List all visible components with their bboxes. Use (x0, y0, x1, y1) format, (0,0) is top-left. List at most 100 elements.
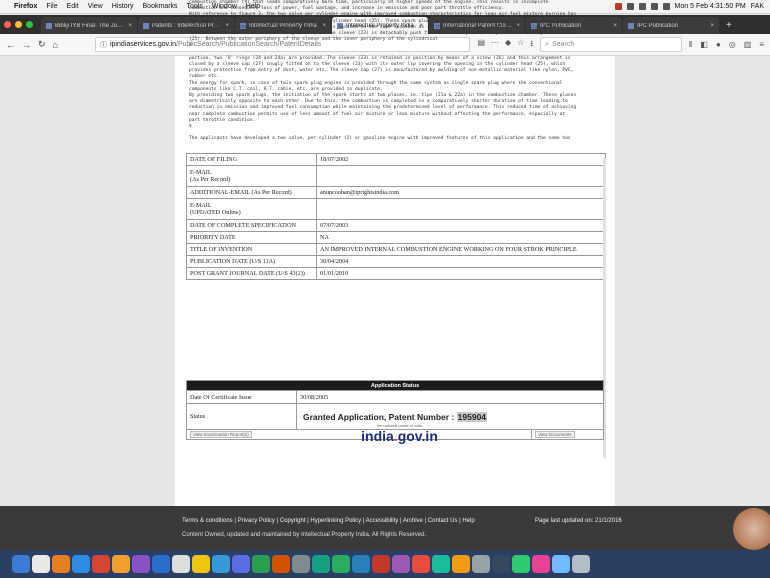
powerpoint-icon[interactable] (272, 555, 290, 573)
wifi-icon[interactable] (638, 3, 646, 10)
skype-icon[interactable] (512, 555, 530, 573)
back-icon[interactable]: ← (6, 40, 15, 50)
abstract-text: combustion chamber (9) that leads compar… (189, 0, 577, 142)
itunes-icon[interactable] (392, 555, 410, 573)
stickies-icon[interactable] (192, 555, 210, 573)
site-info-icon[interactable]: ⓘ (100, 40, 107, 50)
facetime-icon[interactable] (332, 555, 350, 573)
table-row: DATE OF COMPLETE SPECIFICATION 07/07/2003 (186, 219, 606, 232)
firefox-icon[interactable] (52, 555, 70, 573)
detail-value: anuncoohan@iprightsindia.com (316, 186, 606, 199)
new-tab-button[interactable]: + (720, 17, 738, 34)
messages-icon[interactable] (312, 555, 330, 573)
detail-label: PUBLICATION DATE (U/S 11A) (186, 255, 317, 268)
sidebar-icon[interactable]: ▥ (744, 40, 752, 50)
detail-label: E-MAIL (As Per Record) (186, 165, 317, 187)
terminal-icon[interactable] (492, 555, 510, 573)
excel-icon[interactable] (252, 555, 270, 573)
detail-label: DATE OF FILING (186, 153, 317, 166)
granted-status: Granted Application, Patent Number : 195… (296, 403, 604, 430)
menu-app-name[interactable]: Firefox (14, 3, 37, 10)
menu-view[interactable]: View (88, 3, 103, 10)
close-tab-icon[interactable]: × (613, 23, 617, 29)
tab-title: Bibliji IYB Final- The Judgeme (55, 22, 125, 29)
reload-icon[interactable]: ↻ (38, 39, 46, 50)
detail-value: 01/01/2010 (316, 267, 606, 280)
close-window-icon[interactable] (4, 21, 11, 28)
table-row: E-MAIL (UPDATED Online) (186, 198, 606, 220)
extension-icon[interactable]: ● (716, 40, 721, 50)
user-name[interactable]: FAK (751, 3, 764, 10)
zoom-window-icon[interactable] (26, 21, 33, 28)
india-gov-logo[interactable]: the national portal of india india.gov.i… (352, 423, 447, 447)
detail-label: DATE OF COMPLETE SPECIFICATION (186, 219, 317, 232)
detail-label: PRIORITY DATE (186, 231, 317, 244)
favicon-icon (628, 22, 634, 29)
forward-icon[interactable]: → (22, 40, 31, 50)
tab-1[interactable]: Bibliji IYB Final- The Judgeme× (41, 17, 137, 34)
volume-icon[interactable] (650, 3, 658, 10)
favicon-icon (143, 22, 149, 29)
tab-title: IPC Publication (637, 22, 679, 29)
record-icon[interactable] (614, 3, 622, 10)
tab-7[interactable]: IPC Publication × (623, 17, 719, 34)
detail-value: AN IMPROVED INTERNAL COMBUSTION ENGINE W… (316, 243, 606, 256)
vlc-icon[interactable] (452, 555, 470, 573)
music-icon[interactable] (532, 555, 550, 573)
favicon-icon (46, 22, 52, 29)
calendar-icon[interactable] (372, 555, 390, 573)
close-tab-icon[interactable]: × (128, 23, 132, 29)
table-row: DATE OF FILING 18/07/2002 (186, 153, 606, 166)
dropbox-icon[interactable] (626, 3, 634, 10)
menu-file[interactable]: File (46, 3, 57, 10)
status-tray: Mon 5 Feb 4:31:50 PM FAK (614, 3, 770, 10)
close-tab-icon[interactable]: × (710, 23, 714, 29)
acrobat-icon[interactable] (412, 555, 430, 573)
logo-text-end: gov.in (397, 428, 438, 444)
detail-label: E-MAIL (UPDATED Online) (186, 198, 317, 220)
home-icon[interactable]: ⌂ (53, 40, 58, 50)
sync-icon[interactable]: ◎ (729, 40, 736, 50)
chrome-icon[interactable] (112, 555, 130, 573)
keynote-icon[interactable] (232, 555, 250, 573)
appstore-icon[interactable] (352, 555, 370, 573)
menu-hamburger-icon[interactable]: ≡ (759, 40, 764, 50)
site-footer: Terms & conditions | Privacy Policy | Co… (0, 506, 770, 550)
patent-number: 195904 (456, 411, 488, 422)
notes-icon[interactable] (172, 555, 190, 573)
detail-value: 18/07/2002 (316, 153, 606, 166)
menu-history[interactable]: History (112, 3, 134, 10)
table-row: POST GRANT JOURNAL DATE (U/S 43(2)) 01/01… (186, 267, 606, 280)
battery-icon[interactable] (662, 3, 670, 10)
system-preferences-icon[interactable] (472, 555, 490, 573)
table-row: PRIORITY DATE NA (186, 231, 606, 244)
table-row: TITLE OF INVENTION AN IMPROVED INTERNAL C… (186, 243, 606, 256)
preview-icon[interactable] (212, 555, 230, 573)
footer-links[interactable]: Terms & conditions | Privacy Policy | Co… (182, 518, 475, 524)
library-icon[interactable]: ⫴ (689, 40, 692, 50)
detail-value: 07/07/2003 (316, 219, 606, 232)
photos-icon[interactable] (292, 555, 310, 573)
finder-icon[interactable] (12, 555, 30, 573)
word-icon[interactable] (152, 555, 170, 573)
menu-bookmarks[interactable]: Bookmarks (143, 3, 178, 10)
footer-ownership: Content Owned, updated and maintained by… (182, 532, 427, 538)
launchpad-icon[interactable] (32, 555, 50, 573)
folder-icon[interactable] (552, 555, 570, 573)
safari-icon[interactable] (72, 555, 90, 573)
view-documents-button[interactable]: View Documents (535, 431, 575, 438)
footer-last-updated: Page last updated on: 21/1/2016 (535, 518, 622, 524)
trash-icon[interactable] (572, 555, 590, 573)
clock[interactable]: Mon 5 Feb 4:31:50 PM (675, 3, 746, 10)
opera-icon[interactable] (92, 555, 110, 573)
view-examination-report-button[interactable]: View Examination Report(s) (190, 431, 252, 438)
addon-icon[interactable]: ◧ (700, 40, 708, 50)
maps-icon[interactable] (432, 555, 450, 573)
table-row: PUBLICATION DATE (U/S 11A) 30/04/2004 (186, 255, 606, 268)
table-row: ADDITIONAL-EMAIL (As Per Record) anuncooh… (186, 186, 606, 199)
minimize-window-icon[interactable] (15, 21, 22, 28)
gmail-icon[interactable] (132, 555, 150, 573)
url-host: ipindiaservices.gov.in (109, 41, 176, 48)
menu-edit[interactable]: Edit (67, 3, 79, 10)
status-header-row: Application Status (186, 380, 604, 391)
